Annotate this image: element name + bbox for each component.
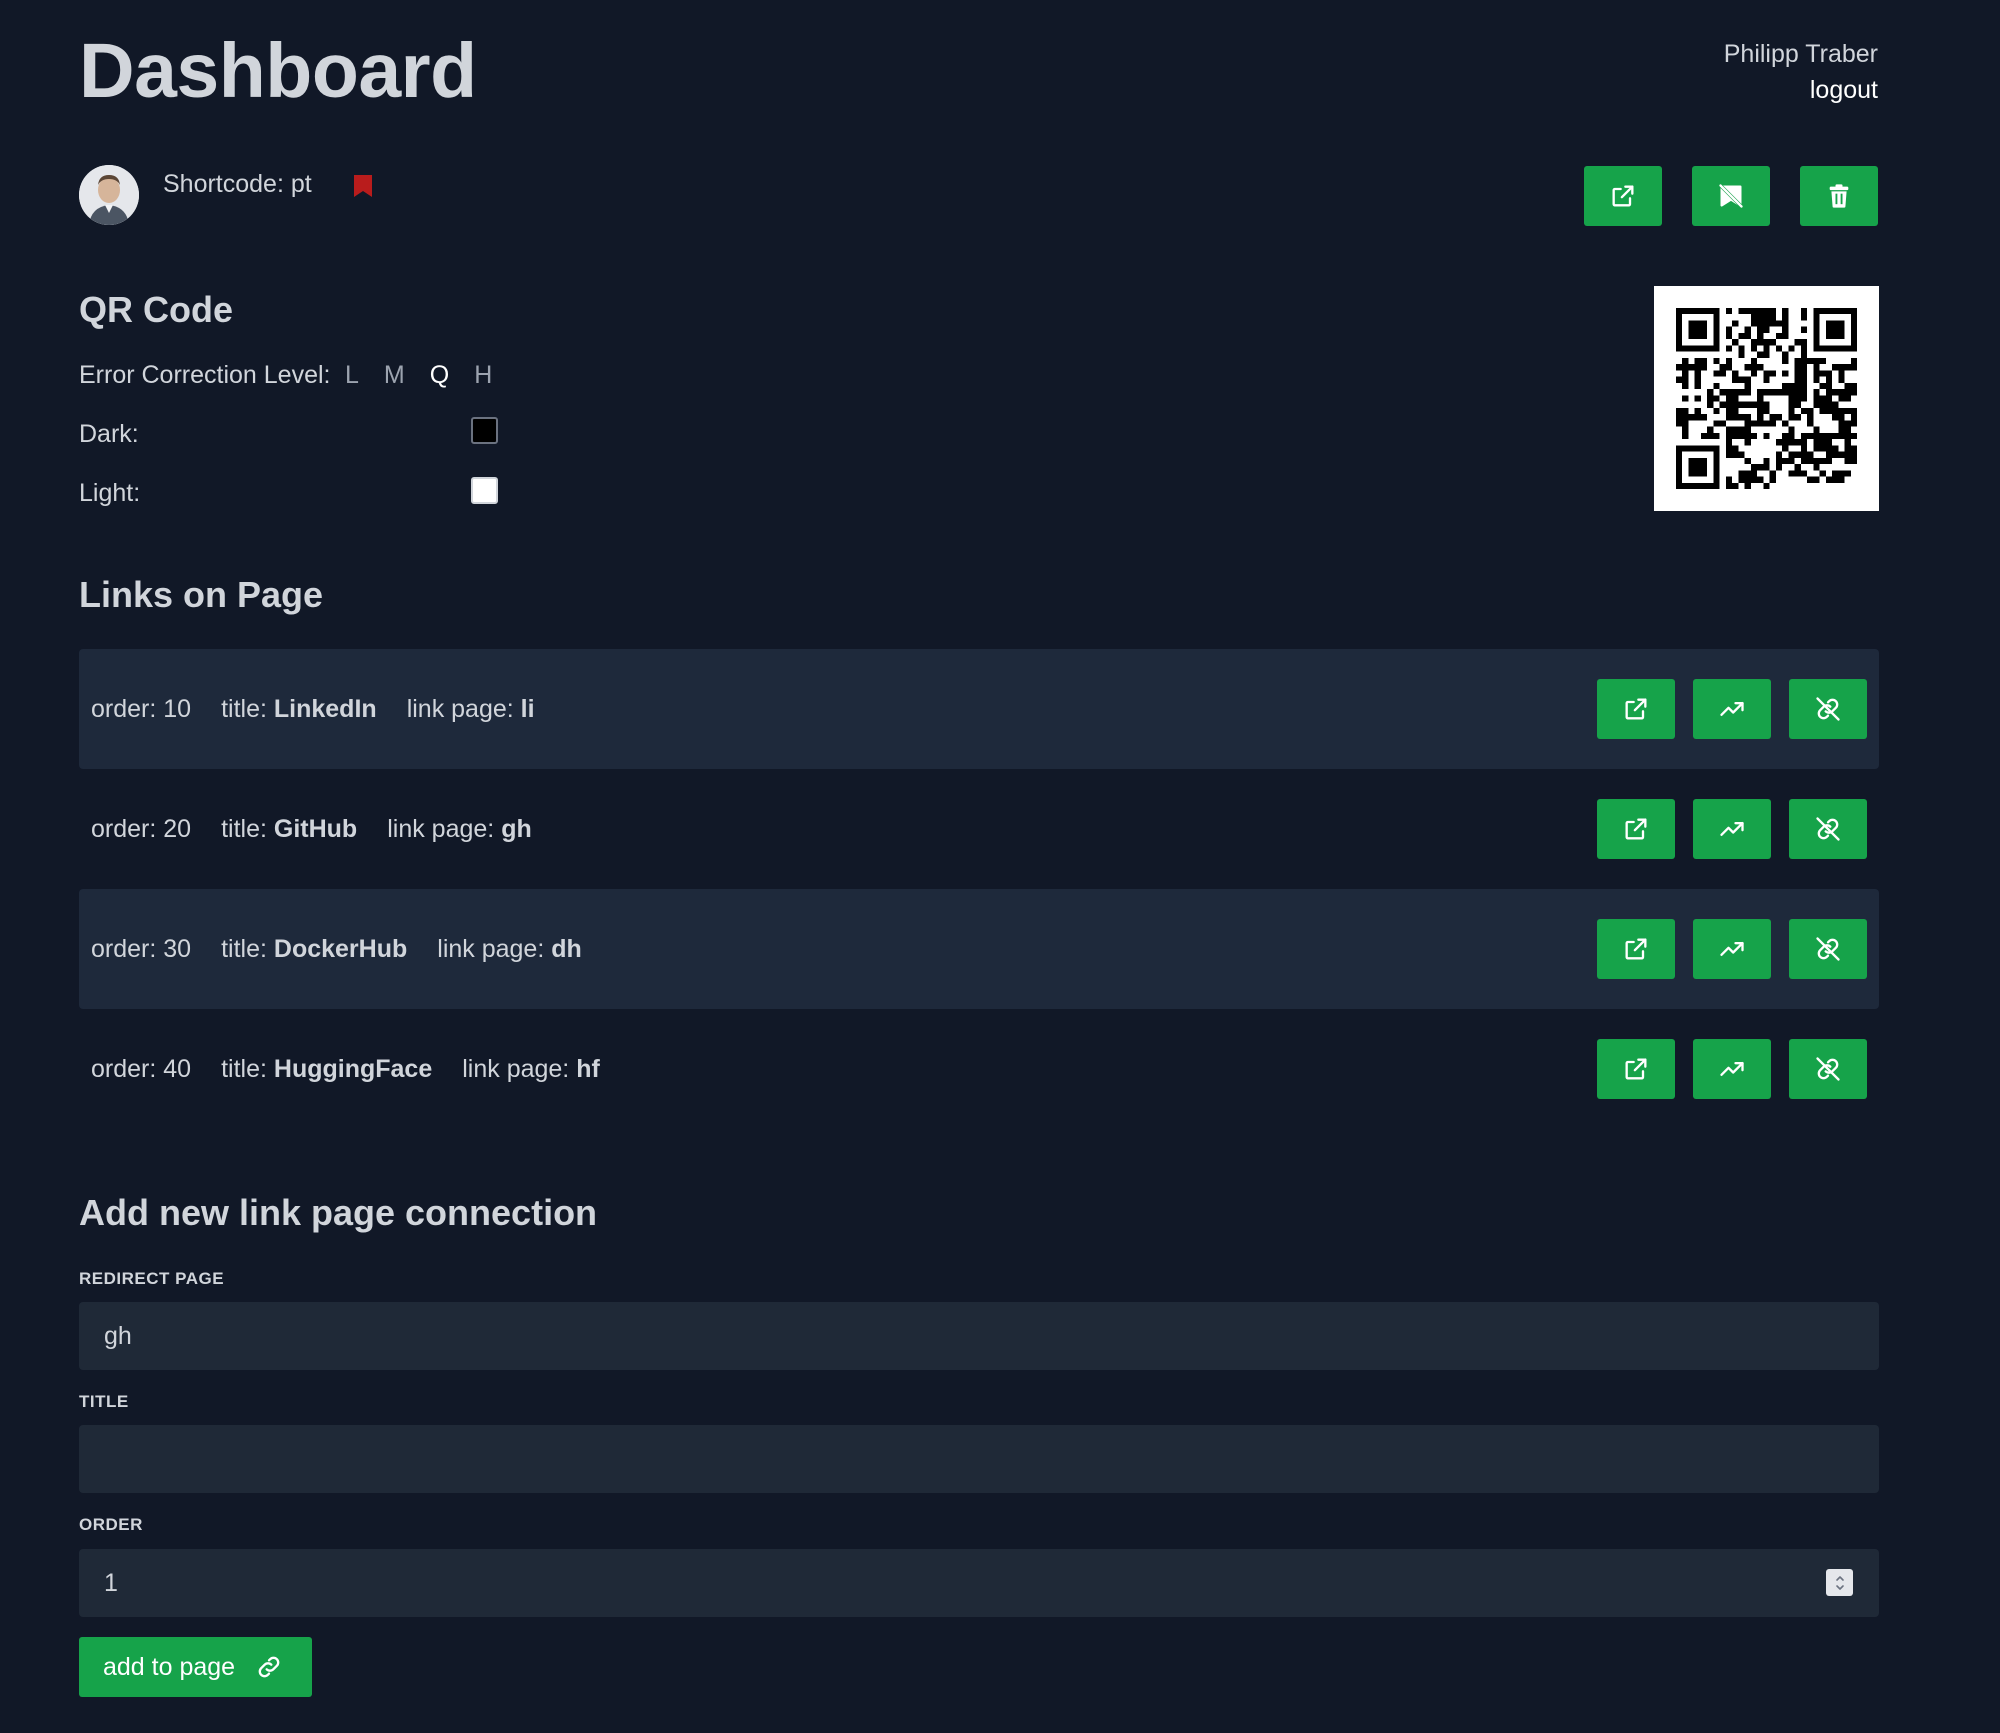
link-page: link page: gh (387, 815, 532, 843)
shortcode-text: Shortcode: pt (163, 170, 312, 198)
stepper-arrows-icon (1835, 1575, 1844, 1590)
link-info: order: 10 title: LinkedIn link page: li (91, 691, 535, 727)
links-heading: Links on Page (79, 574, 324, 615)
link-title: title: LinkedIn (221, 695, 377, 723)
dark-color-label: Dark: (79, 420, 139, 448)
link-row: order: 10 title: LinkedIn link page: li (79, 649, 1879, 769)
link-stats-button[interactable] (1693, 1039, 1771, 1099)
unlink-icon (1816, 937, 1840, 961)
remove-link-button[interactable] (1789, 1039, 1867, 1099)
ecl-option-m[interactable]: M (384, 357, 405, 393)
bookmark-icon[interactable] (352, 173, 374, 199)
link-row: order: 30 title: DockerHub link page: dh (79, 889, 1879, 1009)
link-title: title: GitHub (221, 815, 358, 843)
link-row: order: 40 title: HuggingFace link page: hf (79, 1009, 1879, 1129)
dark-color-picker[interactable] (471, 417, 498, 444)
link-row-actions (1597, 799, 1867, 859)
open-page-button[interactable] (1584, 166, 1662, 226)
link-row-actions (1597, 919, 1867, 979)
qr-heading: QR Code (79, 289, 234, 330)
profile-actions (1584, 166, 1878, 226)
link-stats-button[interactable] (1693, 919, 1771, 979)
link-stats-button[interactable] (1693, 799, 1771, 859)
light-color-label: Light: (79, 479, 141, 507)
trending-up-icon (1720, 702, 1744, 716)
ecl-option-h[interactable]: H (474, 357, 492, 393)
external-link-icon (1625, 1058, 1647, 1080)
link-info: order: 20 title: GitHub link page: gh (91, 811, 532, 847)
link-row-actions (1597, 1039, 1867, 1099)
light-color-picker[interactable] (471, 477, 498, 504)
qr-code-image (1654, 286, 1879, 511)
external-link-icon (1625, 698, 1647, 720)
page-title: Dashboard (79, 28, 477, 114)
remove-link-button[interactable] (1789, 799, 1867, 859)
unlink-icon (1816, 817, 1840, 841)
add-to-page-label: add to page (103, 1652, 236, 1681)
order-input[interactable] (79, 1549, 1879, 1617)
external-link-icon (1625, 818, 1647, 840)
link-page: link page: hf (462, 1055, 600, 1083)
link-order: order: 20 (91, 815, 192, 843)
external-link-icon (1612, 185, 1634, 207)
ecl-label: Error Correction Level: (79, 361, 331, 389)
dashboard-page: Dashboard Philipp Traber logout Shortcod… (0, 0, 2000, 1733)
link-title: title: HuggingFace (221, 1055, 433, 1083)
link-order: order: 40 (91, 1055, 192, 1083)
redirect-page-input[interactable] (79, 1302, 1879, 1370)
title-label: TITLE (79, 1392, 129, 1411)
trending-up-icon (1720, 1062, 1744, 1076)
ecl-option-l[interactable]: L (345, 357, 359, 393)
trash-icon (1829, 184, 1849, 208)
link-page: link page: li (406, 695, 535, 723)
delete-button[interactable] (1800, 166, 1878, 226)
add-to-page-button[interactable]: add to page (79, 1637, 312, 1697)
order-stepper[interactable] (1826, 1569, 1853, 1596)
avatar (79, 165, 139, 225)
open-link-button[interactable] (1597, 679, 1675, 739)
bookmark-off-icon (1718, 183, 1744, 209)
link-info: order: 30 title: DockerHub link page: dh (91, 931, 582, 967)
link-icon (258, 1656, 280, 1678)
add-connection-heading: Add new link page connection (79, 1192, 598, 1233)
title-input[interactable] (79, 1425, 1879, 1493)
ecl-options: L M Q H (345, 357, 492, 393)
unlink-icon (1816, 697, 1840, 721)
trending-up-icon (1720, 942, 1744, 956)
ecl-option-q[interactable]: Q (430, 357, 449, 393)
link-page: link page: dh (437, 935, 582, 963)
remove-link-button[interactable] (1789, 679, 1867, 739)
logout-link[interactable]: logout (1724, 72, 1878, 108)
link-title: title: DockerHub (221, 935, 408, 963)
link-order: order: 10 (91, 695, 192, 723)
link-row: order: 20 title: GitHub link page: gh (79, 769, 1879, 889)
unlink-icon (1816, 1057, 1840, 1081)
external-link-icon (1625, 938, 1647, 960)
link-order: order: 30 (91, 935, 192, 963)
user-name: Philipp Traber (1723, 40, 1878, 68)
open-link-button[interactable] (1597, 1039, 1675, 1099)
redirect-page-label: REDIRECT PAGE (79, 1269, 225, 1288)
unpublish-button[interactable] (1692, 166, 1770, 226)
link-info: order: 40 title: HuggingFace link page: hf (91, 1051, 600, 1087)
link-row-actions (1597, 679, 1867, 739)
user-block: Philipp Traber logout (1724, 36, 1878, 108)
remove-link-button[interactable] (1789, 919, 1867, 979)
trending-up-icon (1720, 822, 1744, 836)
open-link-button[interactable] (1597, 799, 1675, 859)
link-stats-button[interactable] (1693, 679, 1771, 739)
open-link-button[interactable] (1597, 919, 1675, 979)
order-label: ORDER (79, 1515, 143, 1534)
